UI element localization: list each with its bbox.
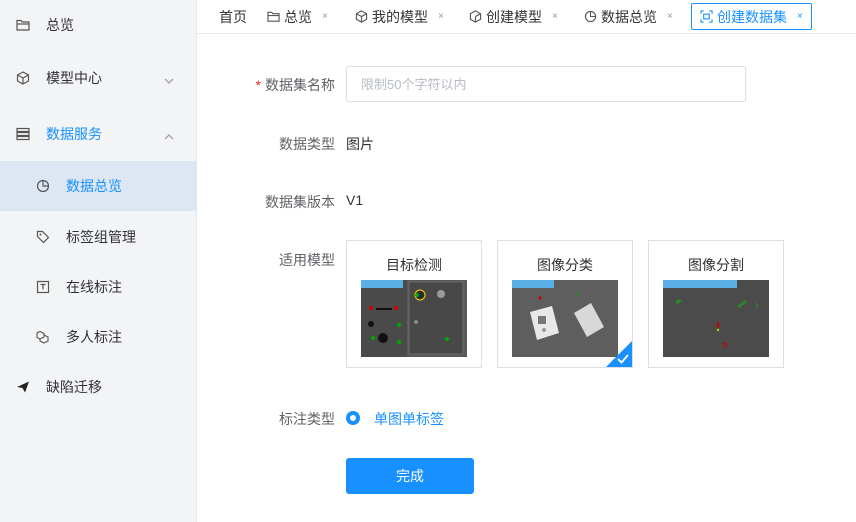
image-classification-thumbnail [512, 280, 618, 357]
close-icon[interactable]: × [438, 11, 444, 22]
single-label-radio[interactable] [346, 411, 360, 425]
model-card-object-detection[interactable]: 目标检测 [346, 240, 482, 368]
boxes-icon [36, 330, 50, 344]
tab-label: 我的模型 [372, 8, 428, 25]
dataset-version-label: 数据集版本 [265, 194, 335, 210]
data-type-value: 图片 [346, 136, 374, 152]
folder-open-icon [16, 18, 30, 32]
tab-bar: 首页 总览 × 我的模型 × 创建模型 × 数据总览 × 创建数据集 × [197, 0, 856, 34]
pie-chart-icon [36, 179, 50, 193]
sidebar: 总览 模型中心 数据服务 数据总览 标签组管理 在线标注 多人标注 缺陷迁移 [0, 0, 197, 522]
chevron-down-icon [164, 73, 174, 84]
sidebar-item-multi-annotation[interactable]: 多人标注 [0, 312, 197, 362]
sidebar-item-online-annotation[interactable]: 在线标注 [0, 262, 197, 312]
text-box-icon [36, 280, 50, 294]
close-icon[interactable]: × [322, 11, 328, 22]
image-segmentation-thumbnail [663, 280, 769, 357]
close-icon[interactable]: × [797, 11, 803, 22]
applicable-model-label: 适用模型 [279, 252, 335, 268]
sidebar-item-tag-group[interactable]: 标签组管理 [0, 212, 197, 262]
sidebar-item-label: 数据总览 [66, 178, 122, 194]
sidebar-item-data-overview[interactable]: 数据总览 [0, 161, 197, 211]
sidebar-item-label: 总览 [46, 17, 74, 33]
selected-check-icon [606, 341, 632, 367]
main-content: *数据集名称 数据类型 图片 数据集版本 V1 适用模型 目标检测 [197, 34, 856, 522]
sidebar-item-label: 缺陷迁移 [46, 379, 102, 395]
model-card-title: 目标检测 [386, 257, 442, 273]
database-icon [16, 127, 30, 141]
data-type-label: 数据类型 [279, 136, 335, 152]
sidebar-item-label: 模型中心 [46, 70, 102, 86]
tab-my-models[interactable]: 我的模型 × [355, 3, 444, 30]
object-detection-thumbnail [361, 280, 467, 357]
dataset-version-value: V1 [346, 192, 364, 208]
tab-label: 首页 [219, 8, 247, 25]
tab-label: 数据总览 [601, 8, 657, 25]
sidebar-item-label: 数据服务 [46, 126, 102, 142]
cube-outline-icon [469, 10, 482, 23]
sidebar-item-label: 标签组管理 [66, 229, 136, 245]
dataset-name-label: * 数据集名称 [255, 77, 335, 93]
model-card-image-classification[interactable]: 图像分类 [497, 240, 633, 368]
tag-icon [36, 230, 50, 244]
dataset-name-input[interactable] [346, 66, 746, 102]
tab-label: 总览 [284, 8, 312, 25]
send-icon [16, 380, 30, 394]
model-card-image-segmentation[interactable]: 图像分割 [648, 240, 784, 368]
required-mark: * [255, 77, 261, 93]
tab-create-dataset[interactable]: 创建数据集 × [691, 3, 812, 30]
tab-label: 创建模型 [486, 8, 542, 25]
sidebar-item-data-service[interactable]: 数据服务 [0, 109, 197, 159]
sidebar-item-label: 在线标注 [66, 279, 122, 295]
chevron-up-icon [164, 129, 174, 140]
sidebar-item-label: 多人标注 [66, 329, 122, 345]
sidebar-item-defect-migration[interactable]: 缺陷迁移 [0, 362, 197, 412]
folder-open-icon [267, 10, 280, 23]
model-card-title: 图像分割 [688, 257, 744, 273]
scan-icon [700, 10, 713, 23]
tab-overview[interactable]: 总览 × [267, 3, 328, 30]
pie-chart-icon [584, 10, 597, 23]
tab-label: 创建数据集 [717, 8, 787, 25]
close-icon[interactable]: × [667, 11, 673, 22]
tab-data-overview[interactable]: 数据总览 × [584, 3, 673, 30]
single-label-option[interactable]: 单图单标签 [374, 409, 444, 429]
tab-home[interactable]: 首页 [219, 3, 247, 30]
model-card-title: 图像分类 [537, 257, 593, 273]
cube-icon [355, 10, 368, 23]
close-icon[interactable]: × [552, 11, 558, 22]
annotation-type-label: 标注类型 [279, 411, 335, 427]
tab-create-model[interactable]: 创建模型 × [469, 3, 558, 30]
sidebar-item-overview[interactable]: 总览 [0, 0, 197, 50]
cube-icon [16, 71, 30, 85]
done-button[interactable]: 完成 [346, 458, 474, 494]
sidebar-item-model-center[interactable]: 模型中心 [0, 53, 197, 103]
